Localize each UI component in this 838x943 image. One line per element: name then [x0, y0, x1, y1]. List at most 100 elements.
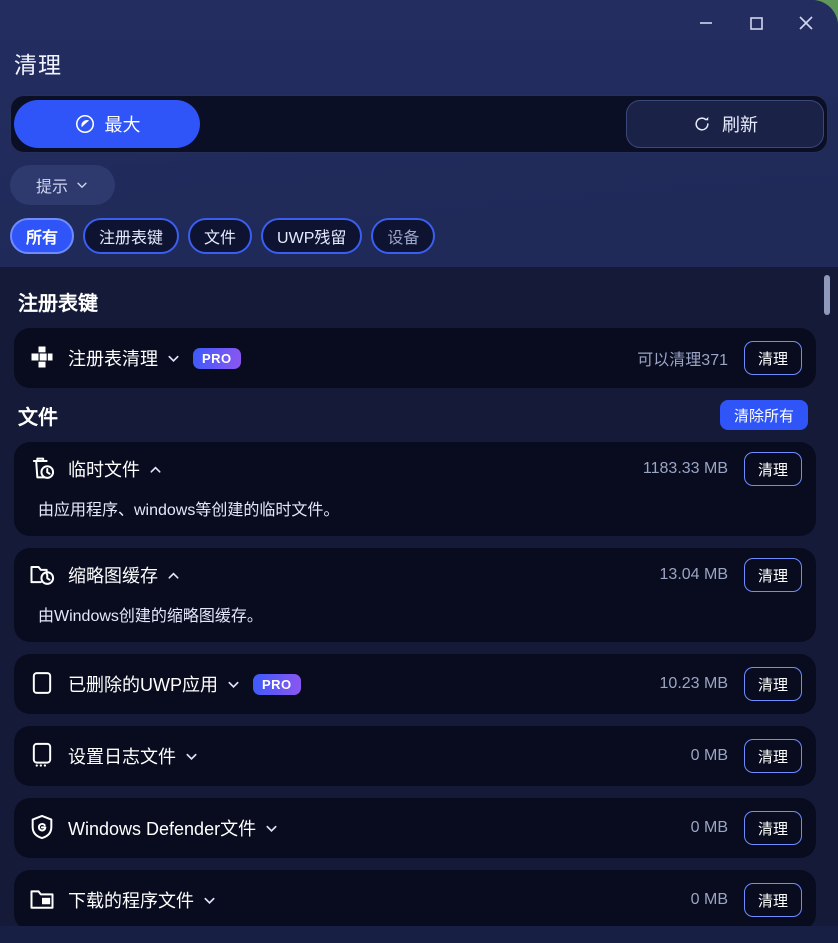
max-clean-button[interactable]: 最大 [14, 100, 200, 148]
item-icon-wrap [28, 885, 58, 915]
close-button[interactable] [784, 6, 828, 40]
item-icon-wrap [28, 560, 58, 590]
item-expand-toggle[interactable] [166, 351, 181, 366]
section-header: 文件 清除所有 [18, 400, 816, 430]
chevron-down-icon [186, 753, 197, 760]
maximize-button[interactable] [734, 6, 778, 40]
tab-4[interactable]: 设备 [371, 218, 436, 254]
item-clean-button[interactable]: 清理 [744, 883, 802, 917]
registry-icon [31, 346, 53, 368]
item-name: 临时文件 [68, 460, 140, 480]
minimize-button[interactable] [684, 6, 728, 40]
refresh-icon [695, 117, 709, 131]
item-expand-toggle[interactable] [148, 462, 163, 477]
item-expand-toggle[interactable] [202, 893, 217, 908]
tab-1[interactable]: 注册表键 [83, 218, 180, 254]
content-list: 注册表键 注册表清理 PRO 可以清理371 清理 文件 清除所有 临时文件 1183.33 M… [0, 267, 838, 930]
item-name: 注册表清理 [68, 349, 158, 369]
clear-all-button[interactable]: 清除所有 [719, 400, 808, 430]
minimize-icon [700, 22, 712, 24]
item-expand-toggle[interactable] [226, 677, 241, 692]
section-title: 文件 [18, 406, 58, 429]
item-icon-wrap [28, 741, 58, 771]
tab-label: 设备 [387, 230, 420, 247]
item-name: 设置日志文件 [68, 747, 176, 767]
item-name: 已删除的UWP应用 [68, 675, 218, 695]
chevron-down-icon [266, 825, 277, 832]
pro-badge: PRO [253, 673, 301, 695]
chevron-down-icon [228, 681, 239, 688]
item-name: Windows Defender文件 [68, 819, 257, 839]
filter-tabs: 所有 注册表键 文件 UWP残留 设备 [0, 205, 838, 267]
item-clean-button[interactable]: 清理 [744, 667, 802, 701]
cleanup-item-row: 缩略图缓存 13.04 MB 清理 [28, 548, 802, 602]
item-expand-toggle[interactable] [166, 568, 181, 583]
window-controls [684, 6, 828, 40]
section-header: 注册表键 [18, 287, 816, 316]
app-window-icon [32, 672, 52, 694]
tab-2[interactable]: 文件 [188, 218, 253, 254]
item-expand-toggle[interactable] [184, 749, 199, 764]
cleanup-item-row: Windows Defender文件 0 MB 清理 [28, 798, 802, 858]
max-clean-label: 最大 [104, 115, 141, 135]
cleanup-item-card[interactable]: 已删除的UWP应用 PRO 10.23 MB 清理 [14, 654, 816, 714]
tab-label: UWP残留 [277, 230, 347, 247]
tip-row: 提示 [0, 153, 838, 205]
item-size: 0 MB [690, 891, 728, 908]
cleanup-item-card[interactable]: 注册表清理 PRO 可以清理371 清理 [14, 328, 816, 388]
item-clean-button[interactable]: 清理 [744, 739, 802, 773]
item-clean-button[interactable]: 清理 [744, 811, 802, 845]
tab-label: 文件 [204, 230, 237, 247]
content-bottom-edge [0, 926, 838, 943]
cleanup-item-card[interactable]: 临时文件 1183.33 MB 清理 由应用程序、windows等创建的临时文件。 [14, 442, 816, 536]
cleanup-item-row: 临时文件 1183.33 MB 清理 [28, 442, 802, 496]
item-clean-button[interactable]: 清理 [744, 341, 802, 375]
scrollbar-thumb[interactable] [824, 275, 830, 315]
item-size: 可以清理371 [637, 352, 728, 369]
cleanup-item-row: 设置日志文件 0 MB 清理 [28, 726, 802, 786]
chevron-down-icon [168, 355, 179, 362]
item-description: 由Windows创建的缩略图缓存。 [38, 608, 263, 625]
tab-label: 所有 [26, 230, 59, 247]
cleanup-item-card[interactable]: 设置日志文件 0 MB 清理 [14, 726, 816, 786]
tip-button[interactable]: 提示 [10, 165, 116, 205]
cleanup-item-card[interactable]: 缩略图缓存 13.04 MB 清理 由Windows创建的缩略图缓存。 [14, 548, 816, 642]
scrollbar-track[interactable] [824, 271, 830, 931]
close-icon [799, 16, 813, 30]
item-icon-wrap [28, 454, 58, 484]
title-bar: 清理 [0, 0, 838, 95]
log-screen-icon [32, 742, 52, 767]
cleanup-item-card[interactable]: 下载的程序文件 0 MB 清理 [14, 870, 816, 930]
tab-3[interactable]: UWP残留 [261, 218, 363, 254]
chevron-down-icon [204, 897, 215, 904]
tab-label: 注册表键 [99, 230, 164, 247]
folder-download-icon [30, 890, 54, 909]
item-size: 13.04 MB [659, 566, 728, 583]
item-clean-button[interactable]: 清理 [744, 452, 802, 486]
item-expand-toggle[interactable] [264, 821, 279, 836]
tip-label: 提示 [36, 179, 69, 196]
content-scroll-area[interactable]: 注册表键 注册表清理 PRO 可以清理371 清理 文件 清除所有 临时文件 1183.33 M… [0, 267, 838, 943]
item-icon-wrap [28, 813, 58, 843]
item-size: 0 MB [690, 747, 728, 764]
shield-defender-icon [31, 814, 53, 840]
cleanup-item-card[interactable]: Windows Defender文件 0 MB 清理 [14, 798, 816, 858]
action-bar: 最大 刷新 [10, 95, 828, 153]
item-clean-button[interactable]: 清理 [744, 558, 802, 592]
chevron-up-icon [168, 571, 179, 579]
item-icon-wrap [28, 669, 58, 699]
item-name: 下载的程序文件 [68, 891, 194, 911]
refresh-label: 刷新 [722, 115, 758, 135]
chevron-up-icon [150, 465, 161, 473]
cleanup-item-row: 已删除的UWP应用 PRO 10.23 MB 清理 [28, 654, 802, 714]
folder-clock-icon [30, 566, 55, 585]
chevron-down-icon [77, 182, 87, 189]
cleanup-item-row: 下载的程序文件 0 MB 清理 [28, 870, 802, 930]
app-window: 清理 最大 刷新 提示 所有 注册表键 文件 UWP残留 设备 注册表键 注册表… [0, 0, 838, 943]
item-icon-wrap [28, 343, 58, 373]
tab-0[interactable]: 所有 [10, 218, 75, 254]
item-size: 0 MB [690, 819, 728, 836]
item-size: 10.23 MB [659, 675, 728, 692]
refresh-button[interactable]: 刷新 [626, 100, 824, 148]
maximize-icon [750, 17, 763, 30]
